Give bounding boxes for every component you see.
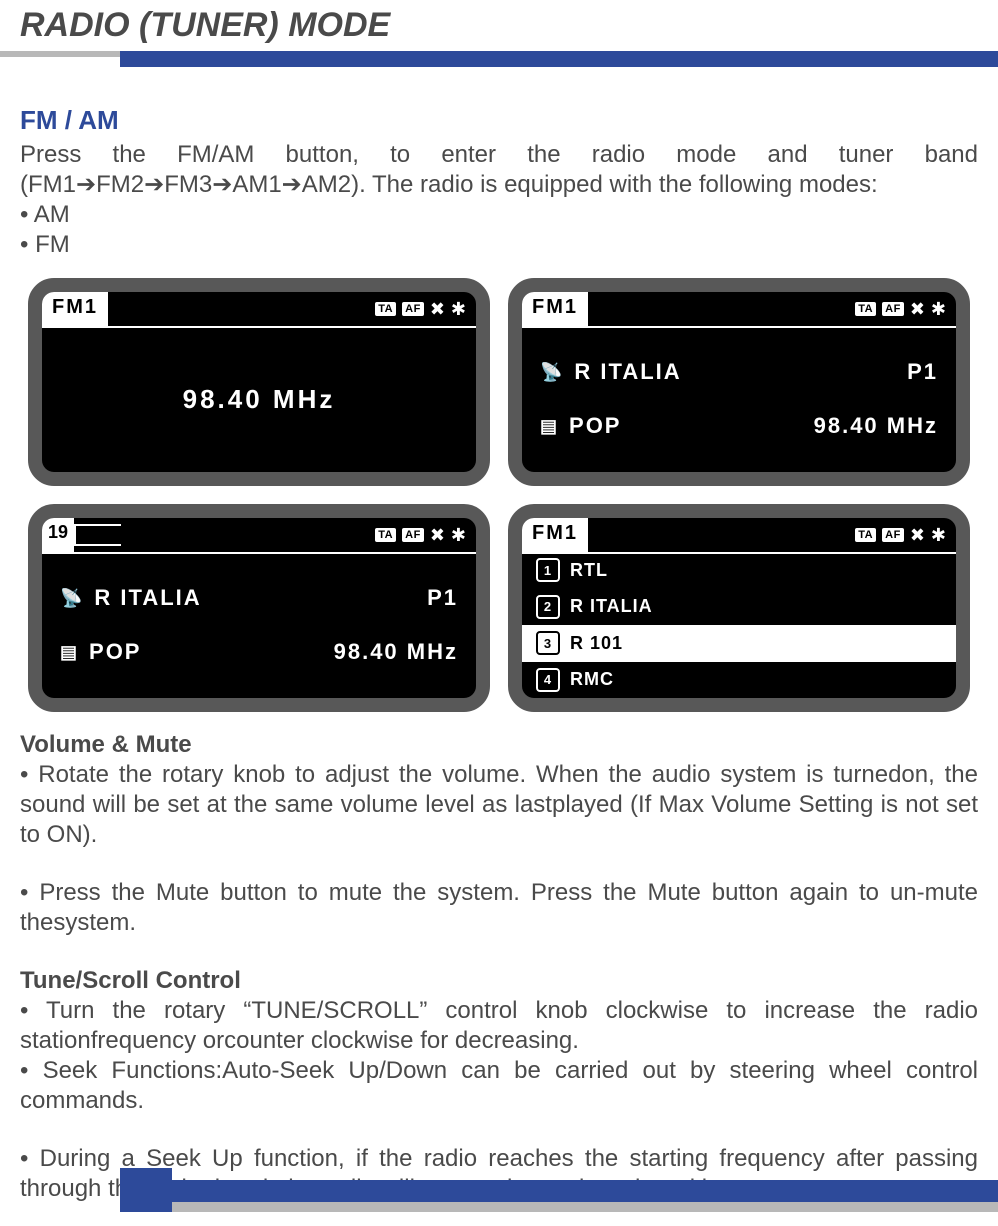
radio-screen-rds: FM1 TA AF ✖ ✱ 📡 R ITAL — [508, 278, 970, 486]
genre-label: POP — [569, 413, 621, 439]
preset-item-3-selected: 3 R 101 — [522, 625, 956, 662]
preset-item-4: 4 RMC — [522, 662, 956, 699]
preset-label: R 101 — [570, 633, 623, 654]
ta-badge: TA — [375, 528, 396, 542]
fm-am-bullet-fm: • FM — [20, 230, 978, 260]
genre-icon: ▤ — [540, 416, 559, 437]
band-label: FM1 — [42, 292, 108, 326]
preset-label: R ITALIA — [570, 596, 653, 617]
mute-icon: ✖ — [430, 299, 445, 320]
band-label: FM1 — [522, 292, 588, 326]
mute-icon: ✖ — [910, 525, 925, 546]
preset-number: P1 — [907, 359, 938, 385]
ta-badge: TA — [855, 528, 876, 542]
preset-label: RTL — [570, 560, 608, 581]
frequency-display: 98.40 MHz — [42, 326, 476, 472]
preset-number-icon: 2 — [536, 595, 560, 619]
volume-mute-para: • Press the Mute button to mute the syst… — [20, 878, 978, 938]
radio-screen-basic: FM1 TA AF ✖ ✱ 98.40 MHz — [28, 278, 490, 486]
ta-badge: TA — [855, 302, 876, 316]
radio-screen-volume: 19 TA AF ✖ ✱ — [28, 504, 490, 712]
bluetooth-icon: ✱ — [451, 525, 466, 546]
af-badge: AF — [402, 528, 424, 542]
band-label: FM1 — [522, 518, 588, 552]
volume-level: 19 — [42, 518, 74, 552]
fm-am-para: Press the FM/AM button, to enter the rad… — [20, 140, 978, 200]
antenna-icon: 📡 — [540, 362, 564, 383]
station-name: R ITALIA — [94, 585, 201, 611]
volume-rotate-para: • Rotate the rotary knob to adjust the v… — [20, 760, 978, 850]
fm-am-heading: FM / AM — [20, 105, 978, 136]
frequency-display: 98.40 MHz — [334, 639, 458, 665]
mute-icon: ✖ — [910, 299, 925, 320]
af-badge: AF — [402, 302, 424, 316]
tune-heading: Tune/Scroll Control — [20, 966, 978, 996]
preset-number-icon: 3 — [536, 631, 560, 655]
bluetooth-icon: ✱ — [451, 299, 466, 320]
volume-heading: Volume & Mute — [20, 730, 978, 760]
ta-badge: TA — [375, 302, 396, 316]
header-divider — [0, 51, 998, 67]
mute-icon: ✖ — [430, 525, 445, 546]
genre-icon: ▤ — [60, 642, 79, 663]
bluetooth-icon: ✱ — [931, 525, 946, 546]
genre-label: POP — [89, 639, 141, 665]
tune-turn-para: • Turn the rotary “TUNE/SCROLL” control … — [20, 996, 978, 1056]
preset-number-icon: 4 — [536, 668, 560, 692]
page-title: RADIO (TUNER) MODE — [20, 6, 978, 45]
volume-progress-bar — [74, 524, 164, 546]
station-name: R ITALIA — [574, 359, 681, 385]
fm-am-bullet-am: • AM — [20, 200, 978, 230]
antenna-icon: 📡 — [60, 588, 84, 609]
radio-screen-presets: FM1 TA AF ✖ ✱ 1 RTL — [508, 504, 970, 712]
footer-decoration — [0, 1182, 998, 1212]
tune-seek-para: • Seek Functions:Auto-Seek Up/Down can b… — [20, 1056, 978, 1116]
preset-item-1: 1 RTL — [522, 552, 956, 589]
preset-label: RMC — [570, 669, 614, 690]
preset-item-2: 2 R ITALIA — [522, 589, 956, 626]
af-badge: AF — [882, 302, 904, 316]
preset-number: P1 — [427, 585, 458, 611]
bluetooth-icon: ✱ — [931, 299, 946, 320]
af-badge: AF — [882, 528, 904, 542]
preset-number-icon: 1 — [536, 558, 560, 582]
frequency-display: 98.40 MHz — [814, 413, 938, 439]
